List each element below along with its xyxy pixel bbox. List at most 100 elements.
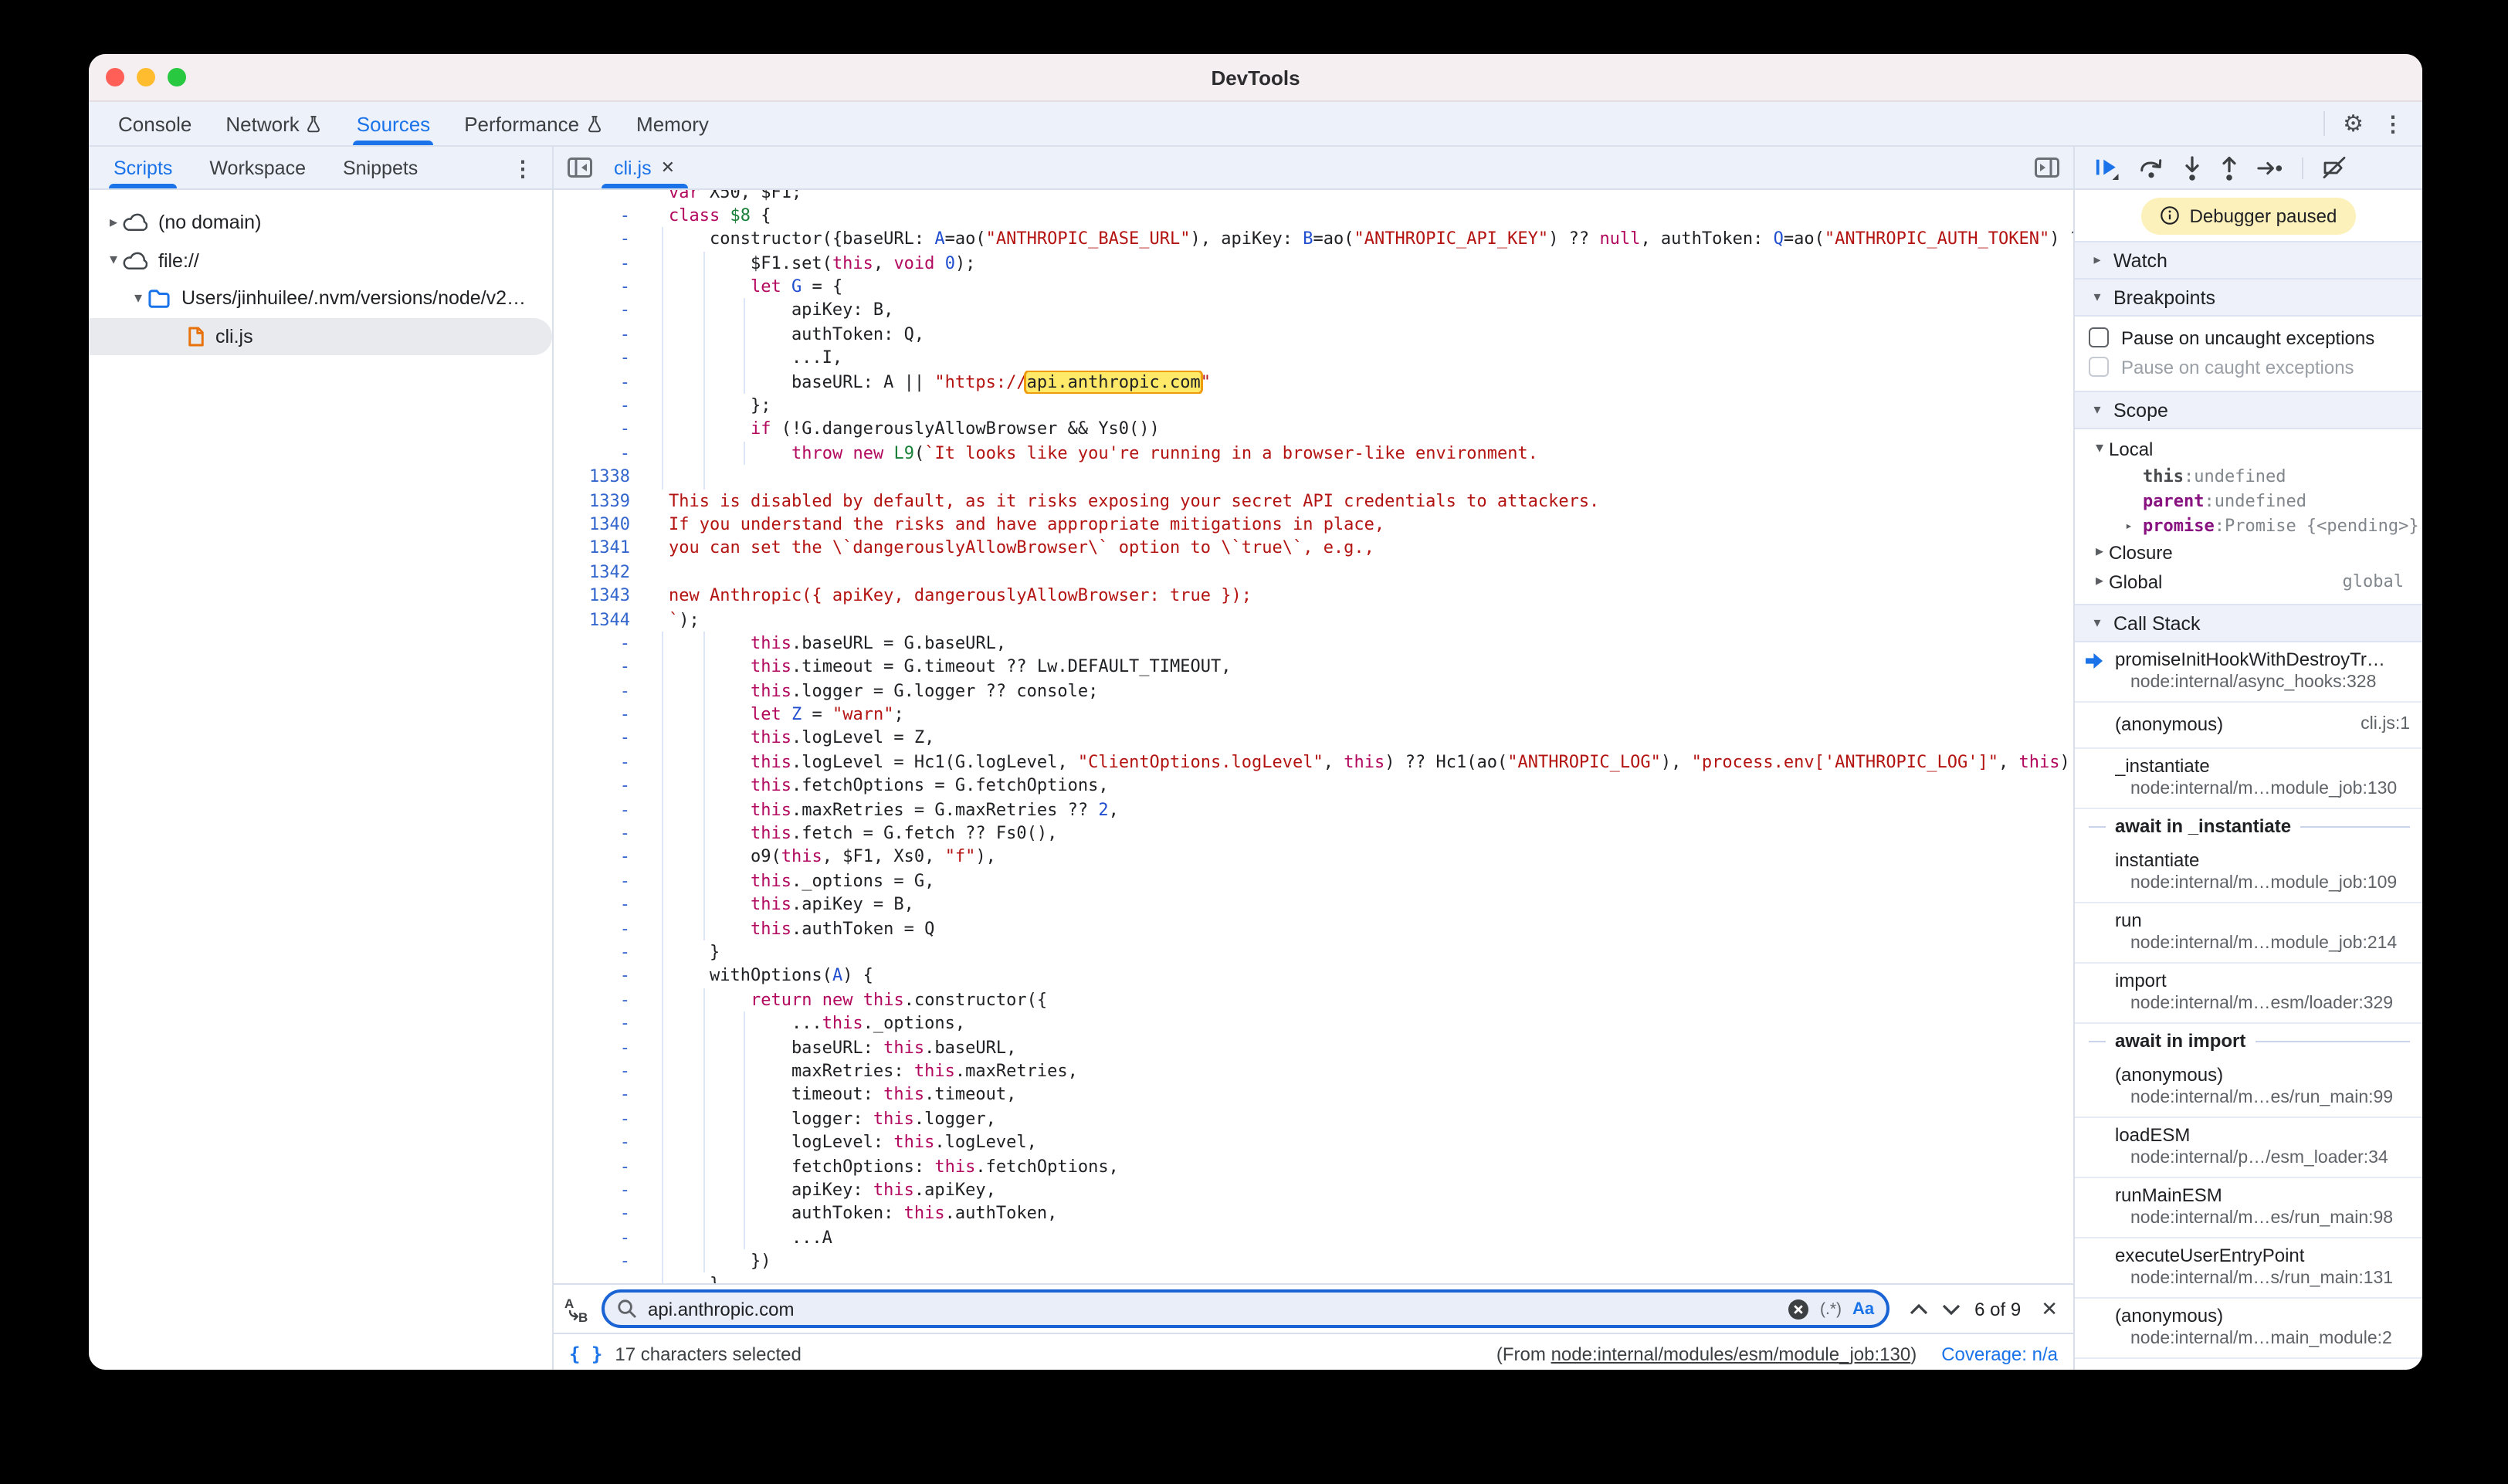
tree-item-file[interactable]: ▾file://: [89, 242, 552, 280]
show-debugger-sidebar-icon[interactable]: [2035, 158, 2059, 178]
resume-icon[interactable]: [2095, 155, 2120, 180]
line-number[interactable]: -: [554, 750, 647, 774]
line-number[interactable]: 1338: [554, 465, 647, 489]
line-number[interactable]: -: [554, 275, 647, 299]
line-number[interactable]: -: [554, 703, 647, 727]
line-number[interactable]: -: [554, 228, 647, 252]
source-code-view[interactable]: var X50, $F1;-class $8 {- constructor({b…: [554, 190, 2073, 1283]
tab-performance[interactable]: Performance: [447, 102, 619, 145]
tab-sources[interactable]: Sources: [340, 102, 447, 145]
chevron-right-icon[interactable]: ▸: [104, 215, 123, 232]
call-stack-frame-anonymous[interactable]: (anonymous)node:internal/m…es/run_main:9…: [2075, 1058, 2422, 1118]
hide-navigator-icon[interactable]: [568, 158, 592, 178]
line-number[interactable]: -: [554, 1202, 647, 1226]
line-number[interactable]: -: [554, 1225, 647, 1249]
section-watch[interactable]: ▸ Watch: [2075, 241, 2422, 280]
line-number[interactable]: -: [554, 774, 647, 798]
line-number[interactable]: -: [554, 1178, 647, 1202]
tree-item-cli-js[interactable]: cli.js: [89, 317, 552, 355]
step-over-icon[interactable]: [2138, 156, 2164, 179]
scope-variable-this[interactable]: this: undefined: [2075, 463, 2422, 488]
line-number[interactable]: -: [554, 940, 647, 964]
call-stack-frame-run[interactable]: runnode:internal/m…module_job:214: [2075, 903, 2422, 964]
checkbox[interactable]: [2089, 327, 2109, 347]
close-window-button[interactable]: [106, 68, 124, 86]
match-case-toggle-icon[interactable]: Aa: [1852, 1299, 1874, 1318]
line-number[interactable]: -: [554, 1059, 647, 1083]
line-number[interactable]: -: [554, 1249, 647, 1273]
line-number[interactable]: -: [554, 1273, 647, 1283]
line-number[interactable]: -: [554, 798, 647, 822]
call-stack-frame-runmainesm[interactable]: runMainESMnode:internal/m…es/run_main:98: [2075, 1178, 2422, 1238]
call-stack-frame-anonymous[interactable]: (anonymous)cli.js:1: [2075, 703, 2422, 749]
chevron-down-icon[interactable]: ▾: [129, 290, 147, 307]
line-number[interactable]: -: [554, 1130, 647, 1154]
line-number[interactable]: -: [554, 893, 647, 916]
line-number[interactable]: 1344: [554, 608, 647, 632]
scope-variable-parent[interactable]: parent: undefined: [2075, 488, 2422, 513]
chevron-down-icon[interactable]: ▾: [104, 252, 123, 269]
line-number[interactable]: -: [554, 727, 647, 750]
section-call-stack[interactable]: ▾ Call Stack: [2075, 604, 2422, 642]
line-number[interactable]: -: [554, 988, 647, 1012]
line-number[interactable]: -: [554, 632, 647, 656]
line-number[interactable]: -: [554, 1106, 647, 1130]
tree-item-no-domain[interactable]: ▸(no domain): [89, 204, 552, 242]
line-number[interactable]: -: [554, 251, 647, 275]
line-number[interactable]: -: [554, 1011, 647, 1035]
search-input[interactable]: api.anthropic.com (.*) Aa: [602, 1289, 1889, 1328]
line-number[interactable]: 1339: [554, 489, 647, 513]
step-icon[interactable]: [2257, 160, 2283, 175]
tab-network[interactable]: Network: [208, 102, 339, 145]
call-stack-frame-instantiate[interactable]: instantiatenode:internal/m…module_job:10…: [2075, 843, 2422, 903]
step-into-icon[interactable]: [2183, 155, 2201, 180]
tree-item-users-jinhuilee-nvm-versions-node-v2[interactable]: ▾Users/jinhuilee/.nvm/versions/node/v2…: [89, 280, 552, 317]
line-number[interactable]: -: [554, 916, 647, 940]
line-number[interactable]: -: [554, 204, 647, 228]
navigator-tab-snippets[interactable]: Snippets: [324, 147, 436, 188]
line-number[interactable]: 1342: [554, 561, 647, 584]
tab-console[interactable]: Console: [101, 102, 208, 145]
tab-memory[interactable]: Memory: [619, 102, 726, 145]
clear-search-icon[interactable]: [1788, 1298, 1809, 1320]
line-number[interactable]: -: [554, 679, 647, 703]
zoom-window-button[interactable]: [168, 68, 186, 86]
source-origin-link[interactable]: node:internal/modules/esm/module_job:130: [1551, 1343, 1911, 1364]
close-search-icon[interactable]: ✕: [2035, 1296, 2058, 1321]
line-number[interactable]: -: [554, 299, 647, 323]
line-number[interactable]: -: [554, 1083, 647, 1107]
replace-toggle-icon[interactable]: AB: [563, 1295, 588, 1323]
navigator-tab-scripts[interactable]: Scripts: [95, 147, 191, 188]
line-number[interactable]: 1340: [554, 513, 647, 537]
line-number[interactable]: 1341: [554, 537, 647, 561]
line-number[interactable]: -: [554, 869, 647, 893]
line-number[interactable]: -: [554, 964, 647, 988]
call-stack-frame-instantiate[interactable]: _instantiatenode:internal/m…module_job:1…: [2075, 749, 2422, 809]
section-breakpoints[interactable]: ▾ Breakpoints: [2075, 280, 2422, 317]
regex-toggle-icon[interactable]: (.*): [1820, 1299, 1842, 1318]
pretty-print-icon[interactable]: { }: [569, 1343, 602, 1364]
scope-group-closure[interactable]: ▸Closure: [2075, 537, 2422, 567]
minimize-window-button[interactable]: [137, 68, 155, 86]
scope-group-global[interactable]: ▸Globalglobal: [2075, 567, 2422, 596]
line-number[interactable]: -: [554, 346, 647, 370]
navigator-tab-workspace[interactable]: Workspace: [191, 147, 324, 188]
line-number[interactable]: -: [554, 822, 647, 845]
step-out-icon[interactable]: [2220, 155, 2239, 180]
next-match-icon[interactable]: [1942, 1303, 1961, 1315]
scope-variable-promise[interactable]: ▸promise: Promise {<pending>}: [2075, 513, 2422, 537]
line-number[interactable]: -: [554, 1154, 647, 1178]
call-stack-frame-executeuserentrypoint[interactable]: executeUserEntryPointnode:internal/m…s/r…: [2075, 1238, 2422, 1299]
checkbox[interactable]: [2089, 357, 2109, 377]
section-scope[interactable]: ▾ Scope: [2075, 391, 2422, 429]
chevron-right-icon[interactable]: ▸: [2121, 518, 2137, 532]
line-number[interactable]: -: [554, 323, 647, 347]
call-stack-frame-loadesm[interactable]: loadESMnode:internal/p…/esm_loader:34: [2075, 1118, 2422, 1178]
editor-tab-clijs[interactable]: cli.js ✕: [598, 147, 690, 188]
line-number[interactable]: 1343: [554, 584, 647, 608]
call-stack-frame-anonymous[interactable]: (anonymous)node:internal/m…main_module:2: [2075, 1299, 2422, 1359]
line-number[interactable]: -: [554, 370, 647, 394]
navigator-more-options-icon[interactable]: ⋮: [512, 147, 552, 188]
call-stack-frame-import[interactable]: importnode:internal/m…esm/loader:329: [2075, 964, 2422, 1024]
line-number[interactable]: -: [554, 845, 647, 869]
